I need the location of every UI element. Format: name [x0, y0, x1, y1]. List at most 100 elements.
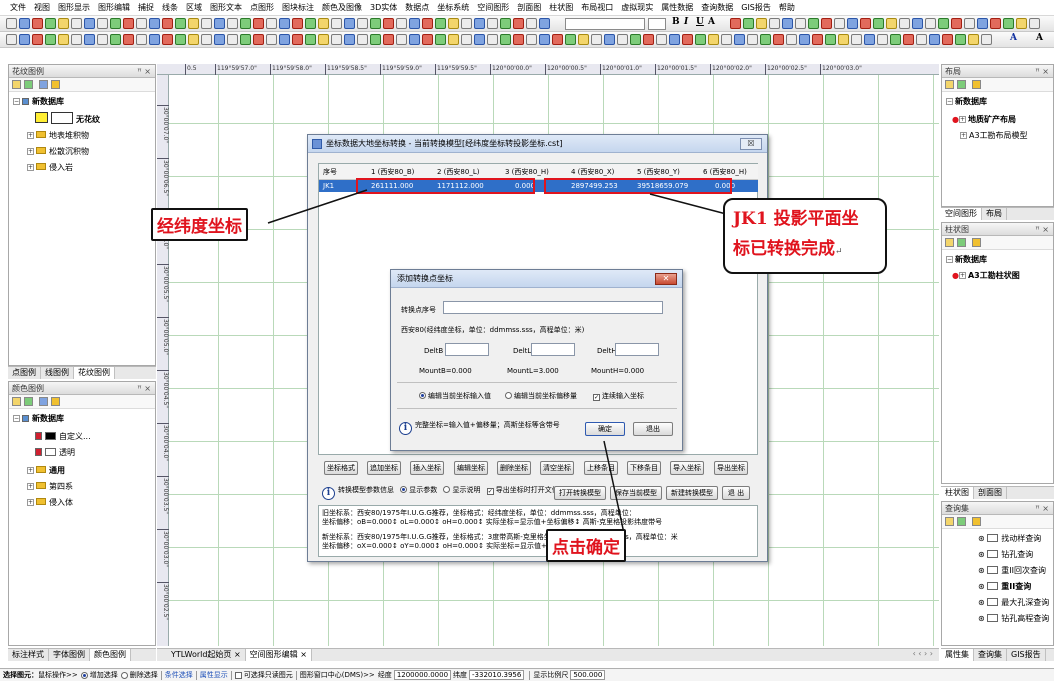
point-id-input[interactable] [443, 301, 663, 314]
close-button[interactable]: ☒ [740, 138, 762, 150]
query-item[interactable]: ⊛ 最大孔深查询 [978, 597, 1049, 609]
expand-icon[interactable]: + [958, 116, 966, 123]
delta-b-input[interactable] [445, 343, 489, 356]
toolbar-tool-button[interactable] [162, 34, 173, 45]
move-up-button[interactable]: 上移条目 [584, 461, 618, 475]
collapse-icon[interactable]: − [946, 98, 953, 105]
toolbar-tool-button[interactable] [812, 34, 823, 45]
toolbar-tool-button[interactable] [877, 34, 888, 45]
menu-data-point[interactable]: 数据点 [401, 0, 433, 15]
menu-gis[interactable]: GIS报告 [737, 0, 775, 15]
toolbar-tool-button[interactable] [110, 34, 121, 45]
tree-item[interactable]: + 地表堆积物 [27, 130, 89, 142]
toolbar-tool-button[interactable] [821, 18, 832, 29]
underline-button[interactable]: U [696, 17, 704, 27]
toolbar-tool-button[interactable] [58, 34, 69, 45]
panel-pin-close[interactable]: ꟸ × [1035, 223, 1049, 236]
tree-root[interactable]: − 新数据库 [13, 413, 64, 425]
toolbar-tool-button[interactable] [45, 18, 56, 29]
toolbar-tool-button[interactable] [756, 18, 767, 29]
toolbar-tool-button[interactable] [344, 18, 355, 29]
toolbar-tool-button[interactable] [1029, 18, 1040, 29]
toolbar-tool-button[interactable] [929, 34, 940, 45]
menu-query[interactable]: 查询数据 [697, 0, 737, 15]
toolbar-tool-button[interactable] [136, 34, 147, 45]
toolbar-tool-button[interactable] [474, 34, 485, 45]
tab-color-legend[interactable]: 颜色图例 [90, 649, 131, 661]
close-button[interactable]: ✕ [655, 273, 677, 285]
toolbar-tool-button[interactable] [253, 18, 264, 29]
tab-annotation-style[interactable]: 标注样式 [8, 649, 49, 661]
delta-h-input[interactable] [615, 343, 659, 356]
toolbar-tool-button[interactable] [981, 34, 992, 45]
menu-section[interactable]: 剖面图 [513, 0, 545, 15]
toolbar-tool-button[interactable] [890, 34, 901, 45]
panel-pin-close[interactable]: ꟸ × [137, 65, 151, 78]
toolbar-tool-button[interactable] [409, 18, 420, 29]
toolbar-tool-button[interactable] [305, 34, 316, 45]
toolbar-tool-button[interactable] [747, 34, 758, 45]
toolbar-tool-button[interactable] [97, 18, 108, 29]
toolbar-tool-button[interactable] [977, 18, 988, 29]
menu-annotation[interactable]: 图块标注 [278, 0, 318, 15]
toolbar-tool-button[interactable] [708, 34, 719, 45]
toolbar-tool-button[interactable] [487, 18, 498, 29]
toolbar-tool-button[interactable] [695, 34, 706, 45]
exit-button[interactable]: 退 出 [722, 486, 750, 500]
check-icon[interactable] [957, 517, 966, 526]
palette-icon[interactable] [945, 238, 954, 247]
expand-icon[interactable]: + [27, 132, 34, 139]
menu-spatial[interactable]: 空间图形 [473, 0, 513, 15]
toolbar-tool-button[interactable] [71, 18, 82, 29]
toolbar-tool-button[interactable] [899, 18, 910, 29]
font-combo[interactable] [565, 18, 645, 30]
folder-icon[interactable] [972, 517, 981, 526]
show-params-radio[interactable] [400, 486, 408, 493]
toolbar-tool-button[interactable] [487, 34, 498, 45]
panel-pin-close[interactable]: ꟸ × [1035, 65, 1049, 78]
folder-icon[interactable] [972, 238, 981, 247]
toolbar-tool-button[interactable] [175, 34, 186, 45]
toolbar-tool-button[interactable] [266, 34, 277, 45]
toolbar-tool-button[interactable] [19, 34, 30, 45]
palette-icon[interactable] [945, 517, 954, 526]
toolbar-tool-button[interactable] [990, 18, 1001, 29]
tab-point-legend[interactable]: 点图例 [8, 367, 41, 379]
toolbar-tool-button[interactable] [786, 34, 797, 45]
query-item[interactable]: ⊛ 钻孔高程查询 [978, 613, 1049, 625]
menu-attr[interactable]: 属性数据 [657, 0, 697, 15]
toolbar-tool-button[interactable] [743, 18, 754, 29]
toolbar-tool-button[interactable] [279, 34, 290, 45]
continuous-checkbox[interactable]: ✓ [593, 394, 600, 401]
toolbar-tool-button[interactable] [188, 34, 199, 45]
tab-line-legend[interactable]: 线图例 [41, 367, 74, 379]
menu-view[interactable]: 视图 [30, 0, 54, 15]
tab-font-legend[interactable]: 字体图例 [49, 649, 90, 661]
tab-section[interactable]: 剖面图 [974, 487, 1007, 499]
toolbar-tool-button[interactable] [1003, 18, 1014, 29]
toolbar-tool-button[interactable] [925, 18, 936, 29]
toolbar-tool-button[interactable] [6, 18, 17, 29]
toolbar-tool-button[interactable] [149, 34, 160, 45]
toolbar-tool-button[interactable] [526, 18, 537, 29]
toolbar-tool-button[interactable] [383, 18, 394, 29]
toolbar-tool-button[interactable] [97, 34, 108, 45]
toolbar-tool-button[interactable] [916, 34, 927, 45]
toolbar-tool-button[interactable] [422, 34, 433, 45]
clear-coord-button[interactable]: 清空坐标 [540, 461, 574, 475]
menu-file[interactable]: 文件 [6, 0, 30, 15]
folder-icon[interactable] [972, 80, 981, 89]
readonly-checkbox[interactable] [234, 671, 242, 679]
toolbar-tool-button[interactable] [292, 18, 303, 29]
toolbar-tool-button[interactable] [84, 18, 95, 29]
toolbar-tool-button[interactable] [782, 18, 793, 29]
toolbar-tool-button[interactable] [396, 34, 407, 45]
toolbar-tool-button[interactable] [864, 34, 875, 45]
save-model-button[interactable]: 保存当前模型 [610, 486, 662, 500]
tab-query-set[interactable]: 查询集 [974, 649, 1007, 661]
toolbar-tool-button[interactable] [136, 18, 147, 29]
check-icon[interactable] [24, 397, 33, 406]
palette-icon[interactable] [12, 397, 21, 406]
toolbar-tool-button[interactable] [734, 34, 745, 45]
toolbar-tool-button[interactable] [58, 18, 69, 29]
